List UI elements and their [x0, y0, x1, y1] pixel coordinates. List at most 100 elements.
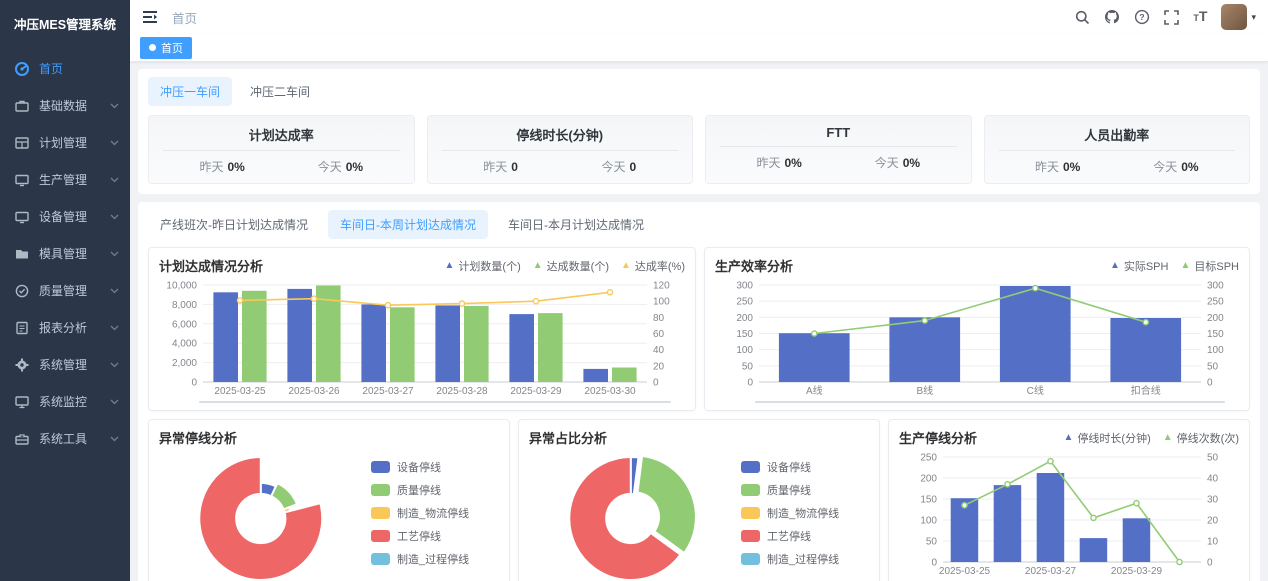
svg-text:2025-03-29: 2025-03-29: [510, 386, 562, 397]
main-area: 首页 ? TT ▾: [130, 0, 1268, 581]
chevron-down-icon: [110, 251, 120, 257]
triangle-marker-icon: ▲: [445, 261, 455, 271]
swatch-icon: [741, 553, 760, 565]
chevron-down-icon: [110, 436, 120, 442]
svg-text:?: ?: [1140, 12, 1145, 22]
tab-workshop-2[interactable]: 冲压二车间: [238, 77, 322, 106]
production-downtime-chart[interactable]: 050100150200250010203040502025-03-252025…: [899, 449, 1239, 578]
monitor-icon: [14, 172, 30, 188]
legend-item[interactable]: 工艺停线: [371, 528, 499, 544]
kpi-title: FTT: [720, 123, 957, 146]
legend-item[interactable]: 质量停线: [371, 482, 499, 498]
triangle-marker-icon: ▲: [1163, 433, 1173, 443]
kpi-value: 0%: [1063, 160, 1080, 174]
svg-text:250: 250: [920, 453, 937, 464]
svg-text:50: 50: [1207, 361, 1219, 372]
svg-text:10,000: 10,000: [166, 281, 197, 292]
kpi-value: 0%: [227, 160, 244, 174]
tab-month-plan[interactable]: 车间日-本月计划达成情况: [496, 210, 656, 239]
breadcrumb[interactable]: 首页: [172, 8, 197, 27]
svg-text:2,000: 2,000: [172, 358, 197, 369]
swatch-icon: [371, 507, 390, 519]
tab-yesterday-plan[interactable]: 产线班次-昨日计划达成情况: [148, 210, 320, 239]
app-root: 冲压MES管理系统 首页 基础数据 计划管理 生产管理: [0, 0, 1268, 581]
chart-title: 异常停线分析: [159, 428, 237, 447]
legend-item[interactable]: 制造_过程停线: [371, 551, 499, 567]
kpi-value: 0: [511, 160, 518, 174]
sidebar-item-system-monitor[interactable]: 系统监控: [0, 383, 130, 420]
tab-workshop-1[interactable]: 冲压一车间: [148, 77, 232, 106]
downtime-rose-chart[interactable]: [159, 449, 371, 581]
legend-item[interactable]: ▲停线次数(次): [1163, 430, 1239, 446]
sidebar-item-label: 系统管理: [39, 356, 110, 373]
kpi-value: 0%: [903, 156, 920, 170]
datazoom-slider[interactable]: [199, 401, 671, 403]
chart-tabs: 产线班次-昨日计划达成情况 车间日-本周计划达成情况 车间日-本月计划达成情况: [148, 210, 1250, 239]
svg-text:6,000: 6,000: [172, 319, 197, 330]
legend-item[interactable]: ▲目标SPH: [1180, 258, 1239, 274]
legend-item[interactable]: 设备停线: [741, 459, 869, 475]
legend-item[interactable]: ▲实际SPH: [1110, 258, 1169, 274]
charts-panel: 产线班次-昨日计划达成情况 车间日-本周计划达成情况 车间日-本月计划达成情况 …: [138, 202, 1260, 581]
plan-completion-chart[interactable]: 02,0004,0006,0008,00010,0000204060801001…: [159, 277, 685, 398]
search-icon[interactable]: [1075, 10, 1090, 25]
content: 冲压一车间 冲压二车间 计划达成率 昨天0% 今天0% 停线时长(分钟): [130, 62, 1268, 581]
tab-week-plan[interactable]: 车间日-本周计划达成情况: [328, 210, 488, 239]
svg-text:扣合线: 扣合线: [1131, 384, 1161, 397]
kpi-card-attendance: 人员出勤率 昨天0% 今天0%: [984, 115, 1251, 184]
legend-item[interactable]: 制造_过程停线: [741, 551, 869, 567]
datazoom-slider[interactable]: [755, 401, 1225, 403]
svg-text:300: 300: [1207, 281, 1224, 292]
hamburger-icon[interactable]: [142, 10, 158, 24]
sidebar-item-report-analysis[interactable]: 报表分析: [0, 309, 130, 346]
swatch-icon: [371, 484, 390, 496]
user-menu[interactable]: ▾: [1221, 4, 1256, 30]
swatch-icon: [741, 484, 760, 496]
dashboard-icon: [14, 61, 30, 77]
legend-item[interactable]: 制造_物流停线: [371, 505, 499, 521]
tag-home[interactable]: 首页: [140, 37, 192, 59]
legend-item[interactable]: 工艺停线: [741, 528, 869, 544]
svg-text:150: 150: [1207, 329, 1224, 340]
document-icon: [14, 320, 30, 336]
sidebar-item-system-mgmt[interactable]: 系统管理: [0, 346, 130, 383]
kpi-value: 0%: [784, 156, 801, 170]
github-icon[interactable]: [1104, 9, 1120, 25]
chevron-down-icon: [110, 214, 120, 220]
help-icon[interactable]: ?: [1134, 9, 1150, 25]
sidebar-item-label: 首页: [39, 60, 120, 77]
svg-text:100: 100: [1207, 345, 1224, 356]
legend-item[interactable]: ▲达成率(%): [621, 258, 685, 274]
swatch-icon: [741, 507, 760, 519]
sidebar-item-plan-mgmt[interactable]: 计划管理: [0, 124, 130, 161]
sidebar-item-basic-data[interactable]: 基础数据: [0, 87, 130, 124]
legend-item[interactable]: ▲计划数量(个): [445, 258, 521, 274]
sidebar-item-home[interactable]: 首页: [0, 50, 130, 87]
avatar[interactable]: [1221, 4, 1247, 30]
triangle-marker-icon: ▲: [533, 261, 543, 271]
legend-item[interactable]: 设备停线: [371, 459, 499, 475]
font-size-icon[interactable]: TT: [1193, 9, 1207, 25]
sidebar-item-system-tools[interactable]: 系统工具: [0, 420, 130, 457]
chart-legend: 设备停线 质量停线 制造_物流停线 工艺停线 制造_过程停线: [371, 449, 499, 581]
legend-item[interactable]: 制造_物流停线: [741, 505, 869, 521]
efficiency-chart[interactable]: 050100150200250300050100150200250300A线B线…: [715, 277, 1239, 398]
downtime-ratio-chart[interactable]: [529, 449, 741, 581]
svg-text:0: 0: [747, 378, 753, 389]
svg-text:80: 80: [653, 313, 665, 324]
sidebar-item-quality-mgmt[interactable]: 质量管理: [0, 272, 130, 309]
chart-title: 异常占比分析: [529, 428, 607, 447]
svg-text:250: 250: [736, 297, 753, 308]
chart-card-downtime-ratio: 异常占比分析 设备停线 质量停线 制造_物流停线 工艺停线 制造_过程停线: [518, 419, 880, 581]
svg-text:10: 10: [1207, 537, 1219, 548]
monitor-stand-icon: [14, 394, 30, 410]
sidebar-item-mold-mgmt[interactable]: 模具管理: [0, 235, 130, 272]
chart-legend: 设备停线 质量停线 制造_物流停线 工艺停线 制造_过程停线: [741, 449, 869, 581]
sidebar-item-production-mgmt[interactable]: 生产管理: [0, 161, 130, 198]
kpi-card-ftt: FTT 昨天0% 今天0%: [705, 115, 972, 184]
legend-item[interactable]: ▲停线时长(分钟): [1064, 430, 1151, 446]
legend-item[interactable]: ▲达成数量(个): [533, 258, 609, 274]
legend-item[interactable]: 质量停线: [741, 482, 869, 498]
sidebar-item-equipment-mgmt[interactable]: 设备管理: [0, 198, 130, 235]
fullscreen-icon[interactable]: [1164, 10, 1179, 25]
